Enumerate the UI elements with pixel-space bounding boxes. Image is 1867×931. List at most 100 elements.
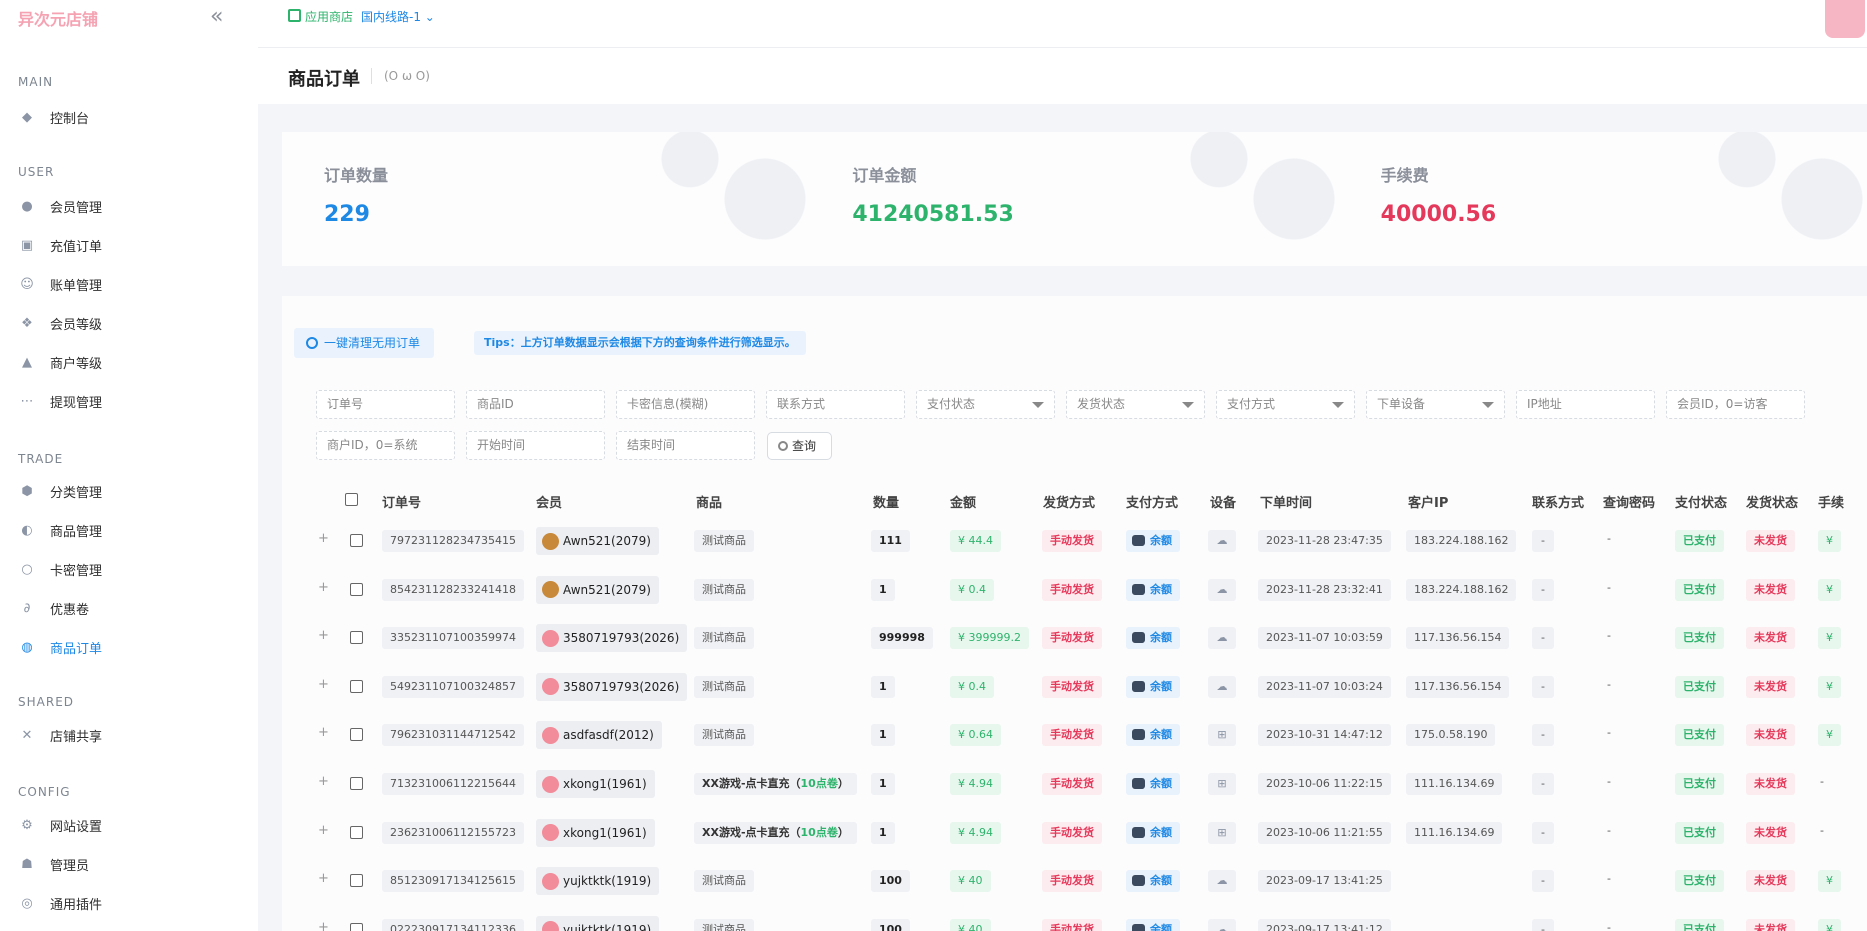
order-number: 236231006112155723 [382,821,524,844]
goods-name: XX游戏-点卡直充（10点卷） [694,821,857,844]
avatar[interactable] [1825,0,1865,38]
merchant-id-input[interactable]: 商户ID，0=系统 [316,431,455,460]
select-all-checkbox[interactable] [345,493,358,506]
ship-status-badge: 未发货 [1746,821,1795,844]
sidebar-item-cards[interactable]: ○ 卡密管理 [18,555,102,583]
sidebar-item-orders[interactable]: ◍ 商品订单 [18,633,102,661]
end-time-input[interactable]: 结束时间 [616,431,755,460]
pay-method-select[interactable]: 支付方式 [1216,390,1355,419]
ship-status-select[interactable]: 发货状态 [1066,390,1205,419]
sidebar-item-admin[interactable]: ☗ 管理员 [18,850,89,878]
ship-status-badge: 未发货 [1746,773,1795,795]
sidebar-item-recharge[interactable]: ▣ 充值订单 [18,231,102,259]
card-info-input[interactable]: 卡密信息(模糊) [616,390,755,419]
row-checkbox[interactable] [350,825,363,839]
sidebar-item-dashboard[interactable]: ◆ 控制台 [18,103,89,131]
sidebar-item-category[interactable]: ⬢ 分类管理 [18,477,102,505]
row-checkbox[interactable] [350,874,363,888]
route-selector[interactable]: 国内线路-1 ⌄ [361,8,435,25]
android-icon: ☁ [1208,627,1236,650]
app-store-link[interactable]: 应用商店 [305,8,353,25]
member-badge[interactable]: yujktktk(1919) [536,915,660,931]
client-ip: 183.224.188.162 [1406,578,1517,601]
member-badge[interactable]: 3580719793(2026) [536,624,688,653]
contact: - [1532,724,1554,747]
query-password: - [1607,677,1611,691]
expand-row-icon[interactable]: + [318,920,329,931]
device-select[interactable]: 下单设备 [1366,390,1505,419]
start-time-input[interactable]: 开始时间 [466,431,605,460]
member-badge[interactable]: xkong1(1961) [536,770,655,798]
collapse-sidebar-icon[interactable]: « [210,4,223,29]
table-row[interactable]: + 022230917134112336 yujktktk(1919) 测试商品… [318,907,1867,931]
expand-row-icon[interactable]: + [318,871,329,886]
sidebar-item-member-level[interactable]: ❖ 会员等级 [18,309,102,337]
order-number: 335231107100359974 [382,627,524,650]
table-row[interactable]: + 796231031144712542 asdfasdf(2012) 测试商品… [318,712,1867,760]
clean-orders-button[interactable]: 一键清理无用订单 [294,328,435,358]
pay-status-badge: 已支付 [1675,675,1724,698]
member-badge[interactable]: yujktktk(1919) [536,867,660,896]
sidebar-item-goods[interactable]: ◐ 商品管理 [18,516,102,544]
row-checkbox[interactable] [350,728,363,742]
expand-row-icon[interactable]: + [318,823,329,838]
member-badge[interactable]: asdfasdf(2012) [536,721,662,750]
member-badge[interactable]: 3580719793(2026) [536,672,688,701]
sidebar-item-coupon[interactable]: ∂ 优惠卷 [18,594,89,622]
sidebar-item-bills[interactable]: ☺ 账单管理 [18,270,102,298]
query-password: - [1607,726,1611,740]
table-row[interactable]: + 549231107100324857 3580719793(2026) 测试… [318,664,1867,712]
contact-input[interactable]: 联系方式 [766,390,905,419]
row-checkbox[interactable] [350,922,363,931]
member-badge[interactable]: Awn521(2079) [536,575,659,604]
table-row[interactable]: + 851230917134125615 yujktktk(1919) 测试商品… [318,858,1867,906]
avatar [542,824,559,842]
section-user: USER [18,165,55,179]
sidebar-item-share[interactable]: ✕ 店铺共享 [18,721,102,749]
table-row[interactable]: + 335231107100359974 3580719793(2026) 测试… [318,615,1867,663]
user-icon: ● [21,198,33,214]
ip-input[interactable]: IP地址 [1516,390,1655,419]
expand-row-icon[interactable]: + [318,531,329,546]
sidebar-item-members[interactable]: ● 会员管理 [18,192,102,220]
table-row[interactable]: + 854231128233241418 Awn521(2079) 测试商品 1… [318,567,1867,615]
expand-row-icon[interactable]: + [318,628,329,643]
client-ip: 117.136.56.154 [1406,675,1510,698]
expand-row-icon[interactable]: + [318,580,329,595]
query-button[interactable]: 查询 [767,432,832,460]
avatar [542,678,559,696]
sidebar-item-merchant-level[interactable]: ▲ 商户等级 [18,348,102,376]
avatar [542,726,559,744]
decoration [1188,132,1339,266]
row-checkbox[interactable] [350,777,363,790]
expand-row-icon[interactable]: + [318,725,329,740]
row-checkbox[interactable] [350,582,363,596]
member-id-input[interactable]: 会员ID，0=访客 [1666,390,1805,419]
expand-row-icon[interactable]: + [318,677,329,692]
pay-status-select[interactable]: 支付状态 [916,390,1055,419]
table-row[interactable]: + 713231006112215644 xkong1(1961) XX游戏-点… [318,761,1867,809]
sidebar-item-withdraw[interactable]: ⋯ 提现管理 [18,387,103,415]
fee: - [1820,823,1824,837]
sidebar-item-settings[interactable]: ⚙ 网站设置 [18,811,102,839]
row-checkbox[interactable] [350,631,363,645]
table-row[interactable]: + 797231128234735415 Awn521(2079) 测试商品 1… [318,518,1867,566]
quantity: 111 [871,530,910,552]
section-shared: SHARED [18,695,75,709]
ship-status-badge: 未发货 [1746,627,1795,650]
order-no-input[interactable]: 订单号 [316,390,455,419]
row-checkbox[interactable] [350,679,363,693]
order-number: 797231128234735415 [382,530,524,552]
table-row[interactable]: + 236231006112155723 xkong1(1961) XX游戏-点… [318,810,1867,858]
sidebar-item-plugins[interactable]: ◎ 通用插件 [18,889,102,917]
ship-status-badge: 未发货 [1746,675,1795,698]
member-badge[interactable]: xkong1(1961) [536,818,655,847]
pay-status-badge: 已支付 [1675,724,1724,747]
row-checkbox[interactable] [350,534,363,547]
ship-method: 手动发货 [1042,675,1102,698]
member-badge[interactable]: Awn521(2079) [536,527,659,555]
ship-method: 手动发货 [1042,821,1102,844]
expand-row-icon[interactable]: + [318,774,329,789]
goods-id-input[interactable]: 商品ID [466,390,605,419]
pay-method: 余额 [1126,578,1180,601]
